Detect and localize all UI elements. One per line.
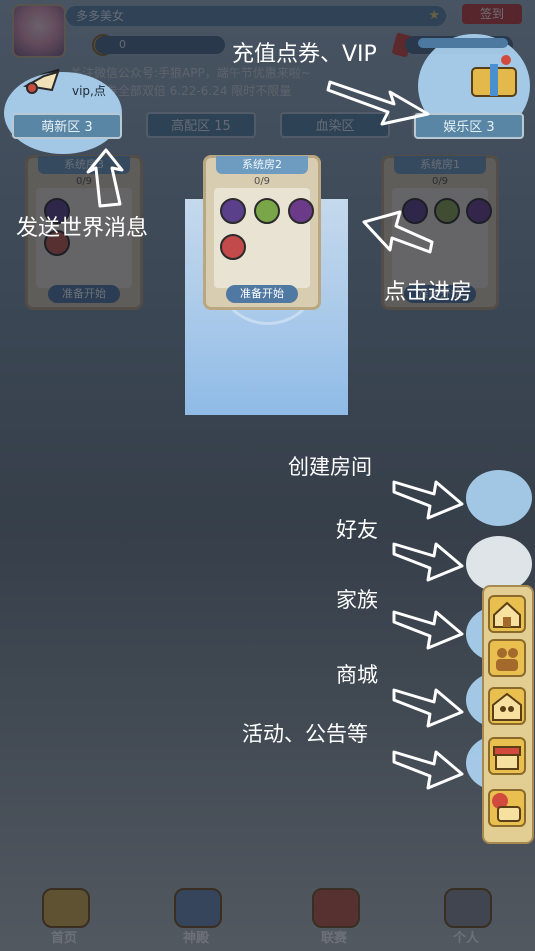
arrow-icon — [392, 750, 464, 790]
arrow-icon — [392, 542, 464, 582]
room-player-count: 0/9 — [253, 176, 271, 187]
profile-emblem-icon — [444, 888, 492, 928]
annotation-create-room: 创建房间 — [288, 455, 372, 479]
arrow-icon — [392, 610, 464, 650]
tab-mengxin-highlight[interactable]: 萌新区 3 — [12, 113, 122, 139]
nav-label: 神殿 — [182, 931, 209, 946]
nav-home[interactable]: 首页 — [24, 888, 104, 946]
role-icon — [466, 198, 492, 224]
annotation-events: 活动、公告等 — [242, 722, 368, 746]
ready-button[interactable]: 准备开始 — [226, 285, 298, 303]
events-button[interactable] — [488, 789, 526, 827]
nav-temple[interactable]: 神殿 — [156, 888, 236, 946]
coin-balance: 0 — [95, 36, 225, 54]
family-home-button[interactable] — [488, 595, 526, 633]
arrow-icon — [86, 148, 124, 208]
store-icon — [493, 746, 521, 770]
ready-button[interactable]: 准备开始 — [48, 285, 120, 303]
nav-profile[interactable]: 个人 — [426, 888, 506, 946]
user-avatar[interactable] — [12, 4, 66, 58]
shop-button[interactable] — [488, 737, 526, 775]
annotation-recharge-vip: 充值点券、VIP — [232, 42, 377, 67]
shop-family-button[interactable] — [488, 687, 526, 725]
friends-button[interactable] — [466, 536, 532, 592]
family-icon — [496, 648, 518, 671]
world-message-preview: vip,点 — [72, 84, 106, 98]
annotation-family: 家族 — [336, 588, 378, 612]
annotation-friends: 好友 — [336, 518, 378, 542]
nav-label: 个人 — [452, 931, 479, 946]
house-family-icon — [492, 692, 522, 721]
username-bar: 多多美女 ★ — [66, 6, 446, 26]
bottom-nav: 首页 神殿 联赛 个人 — [0, 870, 535, 951]
nav-label: 首页 — [50, 931, 77, 946]
star-icon: ★ — [428, 8, 440, 23]
annotation-shop: 商城 — [336, 663, 378, 687]
role-icon — [288, 198, 314, 224]
temple-emblem-icon — [174, 888, 222, 928]
room-title: 系统房1 — [394, 156, 486, 174]
role-icon — [434, 198, 460, 224]
checkin-button[interactable]: 签到 — [462, 4, 522, 24]
side-menu-panel — [482, 585, 534, 844]
role-icon — [254, 198, 280, 224]
room-title: 系统房2 — [216, 156, 308, 174]
ticket-bar-highlight — [418, 38, 508, 48]
new-badge-icon — [492, 793, 521, 822]
role-icon — [220, 234, 246, 260]
room-seat-area — [214, 188, 314, 288]
arrow-icon — [392, 480, 464, 520]
role-icon — [220, 198, 246, 224]
league-emblem-icon — [312, 888, 360, 928]
create-room-button[interactable] — [466, 470, 532, 526]
gift-chest-icon[interactable] — [466, 54, 522, 100]
annotation-enter-room: 点击进房 — [384, 280, 473, 305]
arrow-icon — [326, 80, 430, 126]
username-text: 多多美女 — [76, 9, 125, 23]
annotation-world-message: 发送世界消息 — [16, 216, 149, 241]
house-icon — [493, 601, 521, 628]
family-button[interactable] — [488, 639, 526, 677]
arrow-icon — [392, 688, 464, 728]
arrow-icon — [362, 210, 434, 254]
nav-label: 联赛 — [320, 931, 347, 946]
room-player-count: 0/9 — [431, 176, 449, 187]
tab-gaopei[interactable]: 高配区 15 — [146, 112, 256, 138]
nav-league[interactable]: 联赛 — [294, 888, 374, 946]
home-emblem-icon — [42, 888, 90, 928]
room-card-2-highlight[interactable]: 系统房2 0/9 准备开始 — [203, 155, 321, 310]
horn-icon[interactable] — [22, 68, 64, 98]
